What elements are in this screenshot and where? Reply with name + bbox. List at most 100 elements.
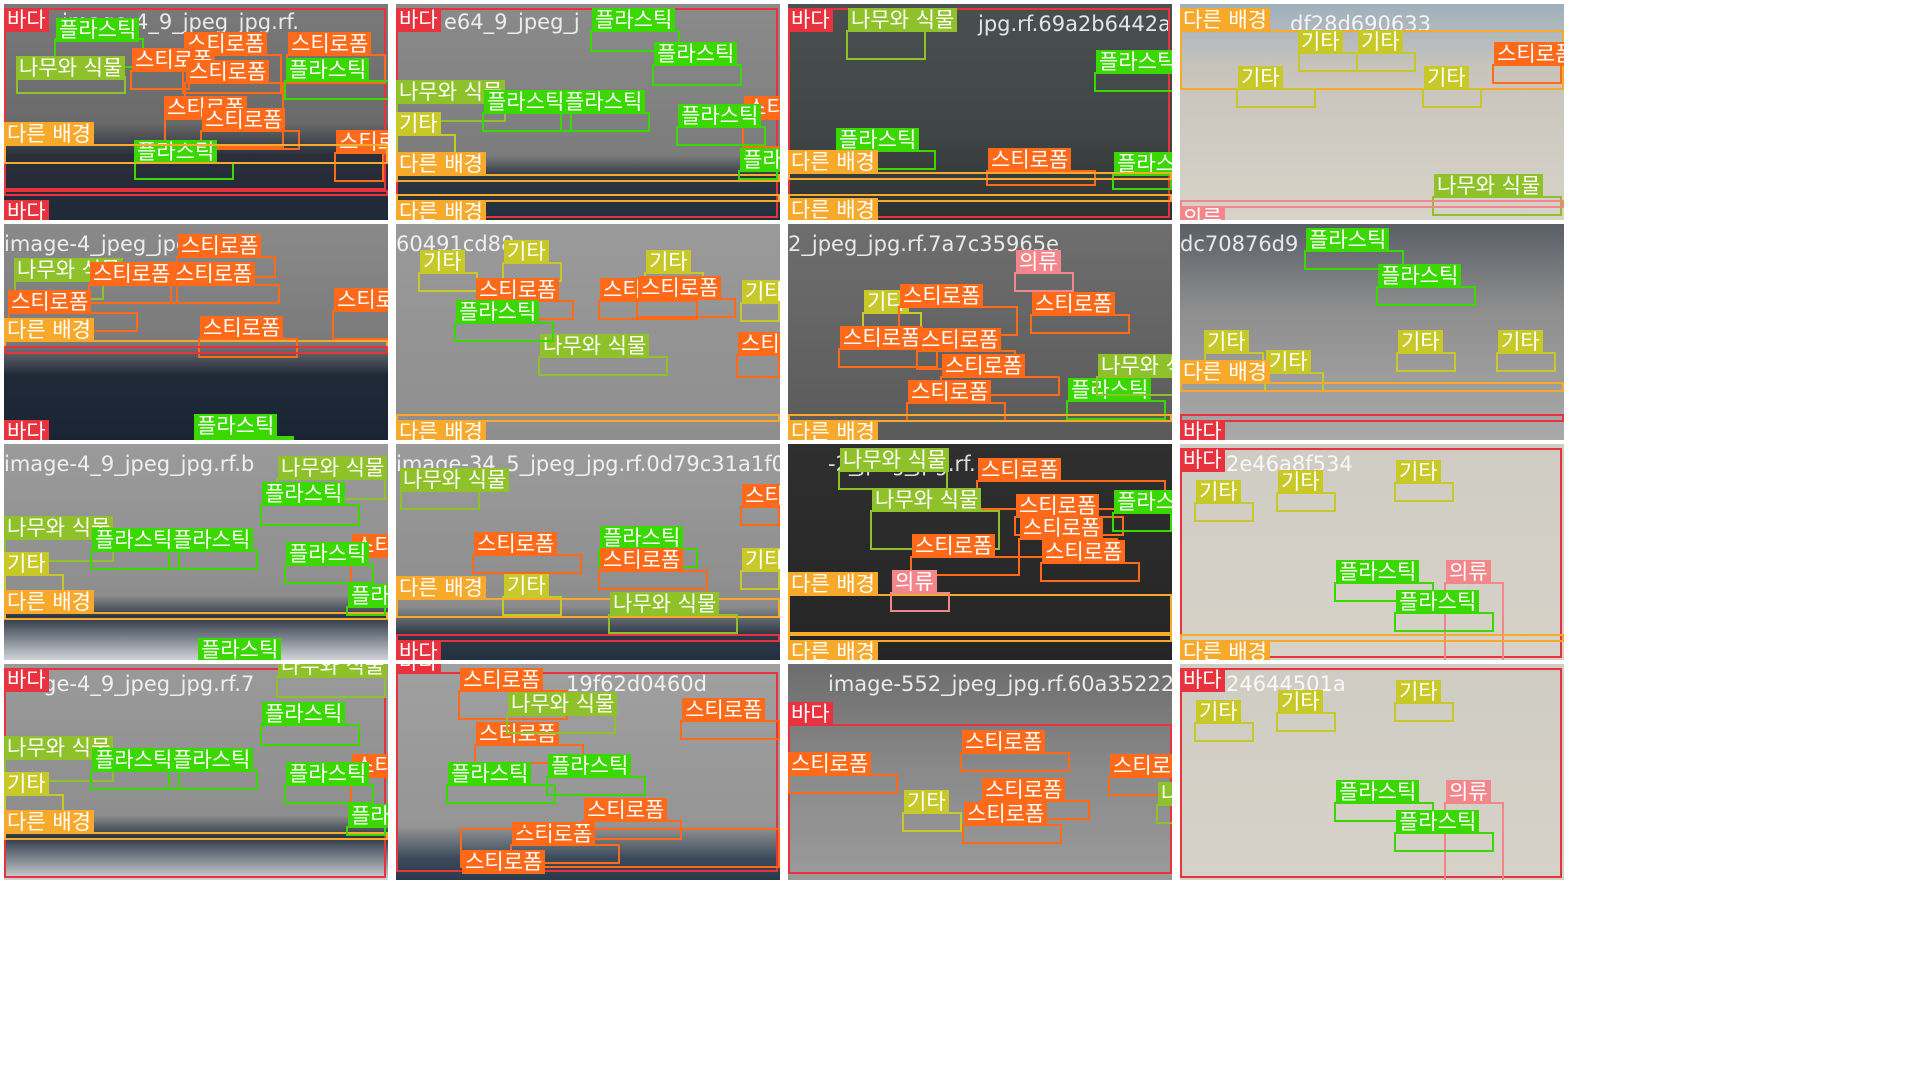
image-filename: image-552_jpeg_jpg.rf.60a3522288a5 bbox=[828, 672, 1172, 696]
detection-label: 스티로폼 bbox=[172, 262, 256, 286]
detection-box bbox=[276, 676, 386, 698]
detection-label: 플라스틱 bbox=[1396, 590, 1480, 614]
detection-label: 바다 bbox=[4, 420, 49, 440]
detection-box bbox=[788, 774, 898, 794]
detection-label: 기타 bbox=[1278, 690, 1323, 714]
detection-box bbox=[962, 824, 1062, 844]
detection-label: 나무와 식물 bbox=[400, 468, 510, 492]
detection-box bbox=[736, 354, 780, 378]
detection-label: 다른 배경 bbox=[788, 198, 878, 220]
detection-box bbox=[1394, 832, 1494, 852]
tile-r3c4: 2e46a8f534 바다 기타 기타 기타 플라스틱 의류 플라스틱 다른 배경 bbox=[1180, 444, 1564, 660]
detection-label: 스티로폼 bbox=[1494, 42, 1564, 66]
detection-label: 다른 배경 bbox=[396, 576, 486, 600]
detection-label: 바다 bbox=[4, 668, 49, 692]
detection-box bbox=[1276, 712, 1336, 732]
detection-label: 스티로폼 bbox=[742, 484, 780, 508]
detection-box bbox=[1492, 64, 1562, 84]
detection-box bbox=[170, 284, 280, 304]
detection-label: 나무와 식물 bbox=[840, 448, 950, 472]
detection-box bbox=[90, 550, 180, 570]
detection-label: 플라스틱 bbox=[1096, 50, 1172, 74]
detection-label: 스티로폼 bbox=[738, 332, 780, 356]
detection-label: 스티로폼 bbox=[474, 532, 558, 556]
detection-label: 기타 bbox=[504, 574, 549, 598]
tile-r3c1: image-4_9_jpeg_jpg.rf.b 플라스틱 나무와 식물 플라스틱 나무와… bbox=[4, 444, 388, 660]
detection-label: 플라스틱 bbox=[548, 754, 632, 778]
detection-label: 기타 bbox=[1424, 66, 1469, 90]
detection-label: 기타 bbox=[420, 250, 465, 274]
detection-label: 바다 bbox=[396, 8, 441, 32]
detection-box bbox=[454, 322, 554, 342]
detection-label: 스티로폼 bbox=[988, 148, 1072, 172]
tile-r3c3: -2_jpeg_jpg.rf.나무와 식물스티로폼나무와 식물스티로폼스티로폼스… bbox=[788, 444, 1172, 660]
detection-label: 기타 bbox=[1238, 66, 1283, 90]
detection-label: 바다 bbox=[788, 8, 833, 32]
detection-box bbox=[1180, 414, 1564, 422]
detection-label: 스티로폼 bbox=[908, 380, 992, 404]
detection-box bbox=[1194, 502, 1254, 522]
detection-box bbox=[482, 112, 572, 132]
detection-label: 기타 bbox=[4, 772, 49, 796]
detection-box bbox=[1396, 352, 1456, 372]
tile-r2c3: 2_jpeg_jpg.rf.7a7c35965e 의류 기타 스티로폼 스티로폼 스티로폼… bbox=[788, 224, 1172, 440]
detection-box bbox=[260, 724, 360, 746]
detection-box bbox=[1394, 702, 1454, 722]
image-filename: dc70876d9 bbox=[1180, 232, 1299, 256]
detection-box bbox=[1014, 272, 1074, 292]
detection-label: 나무와 식물 bbox=[610, 592, 720, 616]
detection-label: 스티로폼 bbox=[918, 328, 1002, 352]
detection-box bbox=[1496, 352, 1556, 372]
detection-label: 플라스틱 bbox=[170, 528, 254, 552]
detection-label: 스티로폼 bbox=[600, 548, 684, 572]
detection-label: 나무와 식물 bbox=[540, 334, 650, 358]
detection-label: 기타 bbox=[1396, 460, 1441, 484]
detection-label: 나무와 식물 bbox=[278, 664, 388, 678]
detection-label: 기타 bbox=[1498, 330, 1543, 354]
tile-r2c4: dc70876d9 플라스틱 플라스틱 기타 기타 기타 기타 다른 배경 바다 bbox=[1180, 224, 1564, 440]
detection-label: 스티로폼 bbox=[476, 278, 560, 302]
detection-box bbox=[902, 812, 962, 832]
detection-box bbox=[598, 570, 708, 590]
detection-box bbox=[472, 554, 582, 574]
detection-label: 플라스틱 bbox=[1306, 228, 1390, 252]
detection-label: 스티로폼 bbox=[202, 108, 286, 132]
detection-box bbox=[446, 784, 556, 804]
tile-r1c1: image-4_9_jpeg_jpg.rf. 바다 플라스틱 스티로폼 스티로폼 나무와 … bbox=[4, 4, 388, 220]
tile-r4c1: image-4_9_jpeg_jpg.rf.7바다플라스틱나무와 식물플라스틱나… bbox=[4, 664, 388, 880]
detection-label: 플라스틱 bbox=[286, 762, 370, 786]
detection-box bbox=[168, 770, 258, 790]
detection-label: 플라스틱 bbox=[92, 748, 176, 772]
detection-label: 스티로폼 bbox=[978, 458, 1062, 482]
detection-box bbox=[1194, 722, 1254, 742]
detection-label: 다른 배경 bbox=[1180, 360, 1270, 384]
detection-box bbox=[502, 596, 562, 616]
detection-label: 스티로폼 bbox=[900, 284, 984, 308]
tile-r1c2: e64_9_jpeg_j바다플라스틱플라스틱나무와 식물플라스틱플라스틱스티로폼… bbox=[396, 4, 780, 220]
detection-label: 기타 bbox=[646, 250, 691, 274]
detection-box bbox=[332, 310, 388, 340]
detection-box bbox=[652, 64, 742, 86]
detection-label: 다른 배경 bbox=[396, 152, 486, 176]
detection-label: 스티로폼 bbox=[638, 276, 722, 300]
detection-box bbox=[846, 30, 926, 60]
detection-label: 나무와 식물 bbox=[278, 456, 388, 480]
tile-r1c3: jpg.rf.69a2b6442a 바다 나무와 식물 플라스틱 플라스틱 스티로폼 플라스… bbox=[788, 4, 1172, 220]
detection-box bbox=[4, 190, 388, 196]
detection-label: 다른 배경 bbox=[788, 640, 878, 660]
image-filename: image-4_9_jpeg_jpg.rf.b bbox=[4, 452, 255, 476]
detection-label: 플라스틱 bbox=[92, 528, 176, 552]
detection-label: 스티로폼 bbox=[8, 290, 92, 314]
detection-box bbox=[1394, 612, 1494, 632]
detection-label: 나무와 식물 bbox=[1098, 354, 1172, 378]
detection-label: 플라스틱 bbox=[836, 128, 920, 152]
detection-box bbox=[260, 504, 360, 526]
detection-box bbox=[1030, 314, 1130, 334]
detection-box bbox=[740, 570, 780, 590]
detection-box bbox=[418, 272, 478, 292]
detection-box bbox=[560, 112, 650, 132]
detection-box bbox=[168, 550, 258, 570]
tile-r4c3: image-552_jpeg_jpg.rf.60a3522288a5 바다스티로폼… bbox=[788, 664, 1172, 880]
detection-label: 스티로폼 bbox=[200, 316, 284, 340]
detection-box bbox=[134, 162, 234, 180]
